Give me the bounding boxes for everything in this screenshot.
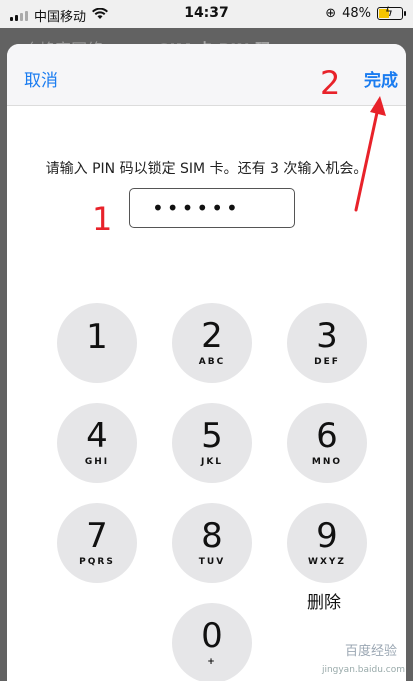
watermark-url: jingyan.baidu.com (321, 665, 405, 675)
watermark-logo: 百度经验 (344, 644, 397, 659)
annotation-arrow-icon (354, 96, 386, 212)
phone-screen: 中国移动 14:37 ⊕ 48% ϟ 〈 蜂窝网络 SIM 卡 PIN 码 取消… (0, 0, 413, 681)
